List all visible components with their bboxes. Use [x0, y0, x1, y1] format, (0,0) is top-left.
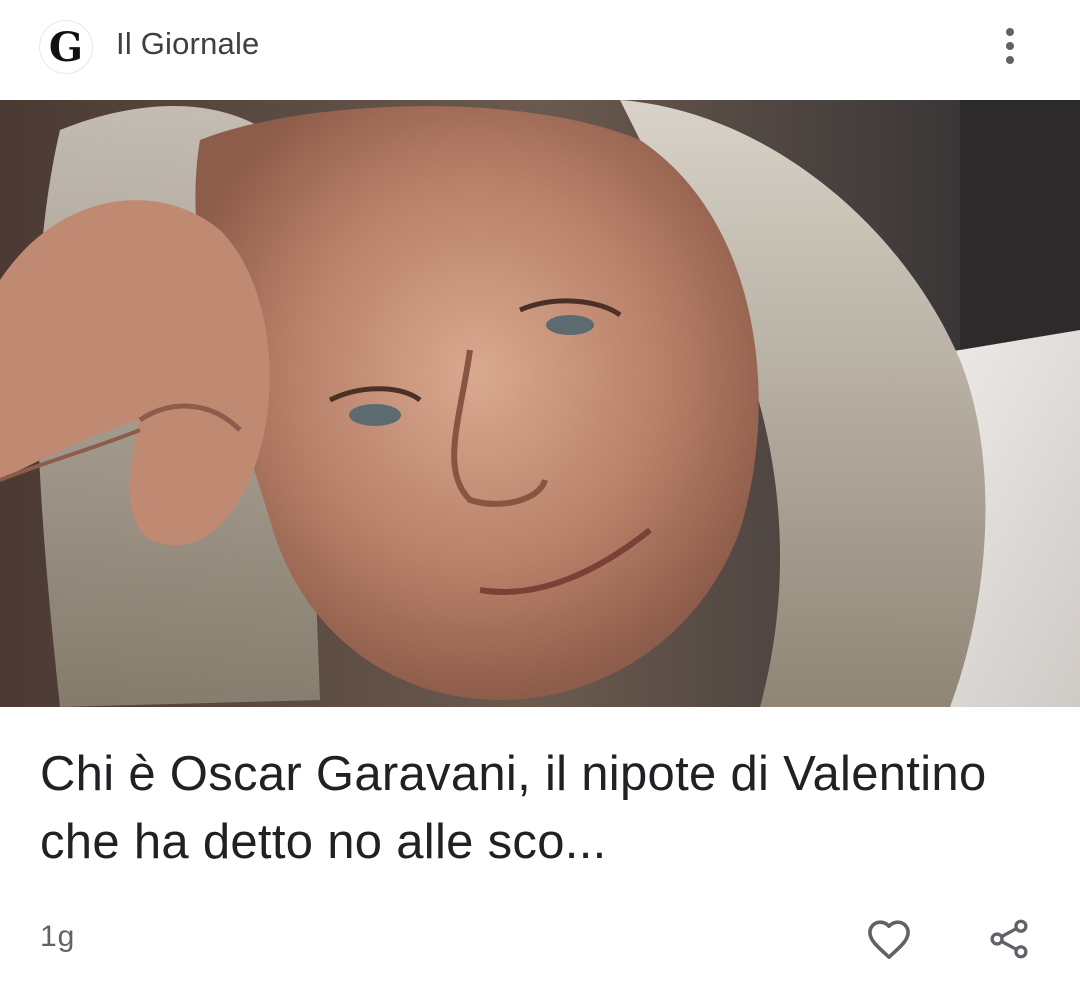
like-button[interactable] [863, 913, 915, 965]
publisher-name[interactable]: Il Giornale [116, 26, 260, 62]
article-image[interactable] [0, 100, 1080, 707]
share-icon [990, 919, 1028, 959]
share-button[interactable] [983, 913, 1035, 965]
article-photo [0, 100, 1080, 707]
publisher-logo[interactable]: G [40, 21, 92, 73]
more-vert-icon [1006, 28, 1014, 36]
heart-icon [868, 920, 910, 959]
article-headline[interactable]: Chi è Oscar Garavani, il nipote di Valen… [40, 740, 1050, 876]
article-age: 1g [40, 920, 76, 953]
more-options-button[interactable] [990, 24, 1030, 68]
card-header: G Il Giornale [0, 0, 1080, 100]
